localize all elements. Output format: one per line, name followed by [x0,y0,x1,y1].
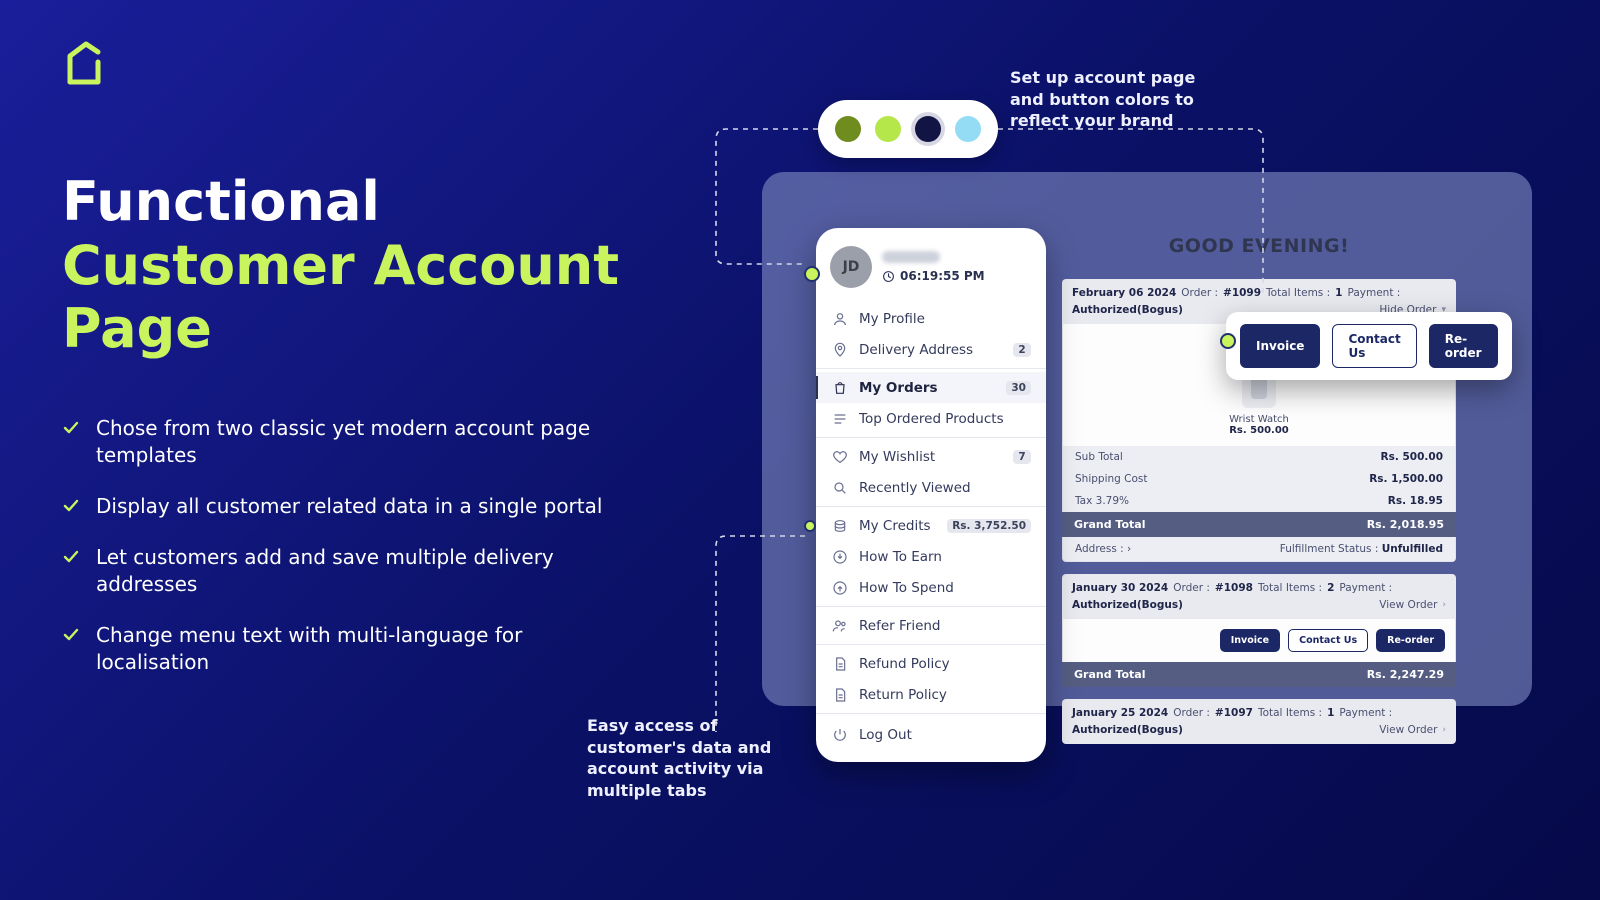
credits-balance-badge: Rs. 3,752.50 [947,519,1031,533]
wishlist-count-badge: 7 [1013,450,1031,464]
sidebar-item-delivery[interactable]: Delivery Address 2 [816,334,1046,365]
feature-bullet: Chose from two classic yet modern accoun… [62,415,622,469]
sidebar-item-refer[interactable]: Refer Friend [816,610,1046,641]
invoice-button[interactable]: Invoice [1240,324,1320,368]
sidebar-item-orders[interactable]: My Orders 30 [816,372,1046,403]
invoice-button[interactable]: Invoice [1220,629,1280,652]
coins-icon [831,517,848,534]
heart-icon [831,448,848,465]
delivery-count-badge: 2 [1013,343,1031,357]
location-icon [831,341,848,358]
color-swatch[interactable] [835,116,861,142]
order-header: January 25 2024 Order :#1097 Total Items… [1062,699,1456,744]
bag-icon [831,379,848,396]
user-icon [831,310,848,327]
brand-logo [64,38,104,92]
order-card: January 30 2024 Order :#1098 Total Items… [1062,574,1456,687]
grand-total-row: Grand TotalRs. 2,247.29 [1062,662,1456,687]
grand-total-row: Grand TotalRs. 2,018.95 [1062,512,1456,537]
color-palette[interactable] [818,100,998,158]
color-swatch[interactable] [955,116,981,142]
check-icon [62,497,80,515]
document-icon [831,686,848,703]
sidebar-item-top-ordered[interactable]: Top Ordered Products [816,403,1046,434]
upload-icon [831,579,848,596]
chevron-right-icon: › [1442,600,1446,610]
document-icon [831,655,848,672]
sidebar-item-recent[interactable]: Recently Viewed [816,472,1046,503]
order-header: January 30 2024 Order :#1098 Total Items… [1062,574,1456,619]
sidebar-item-refund[interactable]: Refund Policy [816,648,1046,679]
power-icon [831,726,848,743]
clock-icon [882,270,895,283]
avatar: JD [830,246,872,288]
contact-button[interactable]: Contact Us [1332,324,1416,368]
check-icon [62,626,80,644]
product-name: Wrist Watch [1229,414,1289,425]
customer-name-blurred [882,251,940,263]
feature-bullet: Display all customer related data in a s… [62,493,622,520]
reorder-button[interactable]: Re-order [1376,629,1445,652]
callout-tabs: Easy access of customer's data and accou… [587,715,817,801]
sidebar-item-profile[interactable]: My Profile [816,303,1046,334]
sidebar-item-logout[interactable]: Log Out [816,714,1046,750]
sidebar-item-wishlist[interactable]: My Wishlist 7 [816,441,1046,472]
sidebar-item-return[interactable]: Return Policy [816,679,1046,710]
feature-bullet: Let customers add and save multiple deli… [62,544,622,598]
order-card: February 06 2024 Order :#1099 Total Item… [1062,279,1456,562]
sidebar-item-credits[interactable]: My Credits Rs. 3,752.50 [816,510,1046,541]
feature-bullet: Change menu text with multi-language for… [62,622,622,676]
order-card: January 25 2024 Order :#1097 Total Items… [1062,699,1456,744]
orders-count-badge: 30 [1006,381,1031,395]
chevron-right-icon: › [1442,725,1446,735]
list-icon [831,410,848,427]
view-order-link[interactable]: View Order [1379,599,1437,611]
users-icon [831,617,848,634]
sidebar-header: JD 06:19:55 PM [816,236,1046,300]
product-price: Rs. 500.00 [1229,425,1289,436]
orders-panel: GOOD EVENING! February 06 2024 Order :#1… [1062,235,1456,744]
greeting-text: GOOD EVENING! [1062,235,1456,257]
sidebar-item-spend[interactable]: How To Spend [816,572,1046,603]
callout-brand-colors: Set up account page and button colors to… [1010,67,1225,132]
chevron-right-icon: › [1127,543,1131,555]
reorder-button[interactable]: Re-order [1429,324,1498,368]
callout-pin-icon [804,520,816,532]
check-icon [62,419,80,437]
page-title: Functional Customer Account Page [62,170,662,361]
search-icon [831,479,848,496]
download-icon [831,548,848,565]
contact-button[interactable]: Contact Us [1288,629,1368,652]
color-swatch-selected[interactable] [915,116,941,142]
color-swatch[interactable] [875,116,901,142]
sidebar-item-earn[interactable]: How To Earn [816,541,1046,572]
check-icon [62,548,80,566]
clock-time: 06:19:55 PM [900,269,985,283]
action-buttons-callout: Invoice Contact Us Re-order [1226,312,1512,380]
view-order-link[interactable]: View Order [1379,724,1437,736]
account-sidebar: JD 06:19:55 PM My Profile Delivery Addre… [816,228,1046,762]
